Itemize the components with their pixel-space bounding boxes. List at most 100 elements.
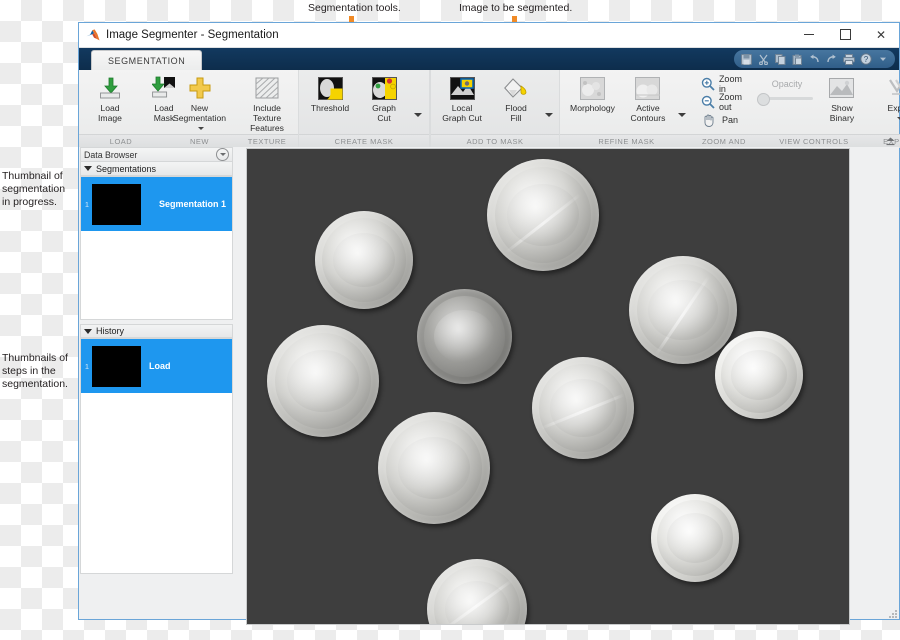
export-icon <box>887 75 900 101</box>
close-icon[interactable]: ✕ <box>863 23 899 46</box>
export-text: Export <box>887 103 900 113</box>
create-mask-more-button[interactable] <box>411 108 425 122</box>
opacity-slider[interactable] <box>756 93 813 106</box>
maximize-button[interactable] <box>827 23 863 46</box>
load-image-icon <box>97 75 123 101</box>
load-image-button[interactable]: Load Image <box>83 73 137 123</box>
graph-cut-button[interactable]: Graph Cut <box>357 73 411 123</box>
new-segmentation-icon <box>187 75 213 101</box>
show-binary-label: Show Binary <box>829 103 855 123</box>
annotation-segmentation-tools: Segmentation tools. <box>308 2 401 14</box>
cut-icon[interactable] <box>756 52 771 66</box>
zoom-out-button[interactable]: Zoom out <box>699 92 751 112</box>
zoom-out-icon <box>701 94 715 110</box>
active-contours-label: Active Contours <box>630 103 666 123</box>
new-segmentation-label: New Segmentation <box>173 103 226 133</box>
include-texture-features-button[interactable]: Include Texture Features <box>240 73 294 133</box>
active-contours-button[interactable]: Active Contours <box>621 73 675 123</box>
coin <box>532 357 634 459</box>
zoom-in-button[interactable]: Zoom in <box>699 74 751 94</box>
coin-highlight <box>655 275 711 357</box>
opacity-label: Opacity <box>771 79 803 89</box>
refine-mask-more-button[interactable] <box>675 108 689 122</box>
ribbon-group-new-segmentation: New Segmentation NEW SEGMENTATION <box>163 70 237 159</box>
show-binary-button[interactable]: Show Binary <box>815 73 869 123</box>
coin-highlight <box>540 393 626 430</box>
export-button[interactable]: Export <box>873 73 900 123</box>
window-controls: ✕ <box>791 23 899 46</box>
quick-access-toolbar: ? <box>734 50 895 68</box>
section-header-segmentations[interactable]: Segmentations <box>80 162 233 176</box>
data-browser-panel: Data Browser Segmentations 1 Segmentatio… <box>79 147 235 619</box>
active-contours-icon <box>635 75 661 101</box>
coin-bright <box>651 494 739 582</box>
list-item-label: Segmentation 1 <box>158 199 226 209</box>
new-segmentation-button[interactable]: New Segmentation <box>167 73 232 133</box>
opacity-slider-knob[interactable] <box>756 93 770 106</box>
texture-icon <box>254 75 280 101</box>
section-header-history[interactable]: History <box>80 324 233 338</box>
tab-segmentation-label: SEGMENTATION <box>108 55 186 66</box>
zoom-in-icon <box>701 76 715 92</box>
chevron-down-icon <box>414 112 423 117</box>
threshold-label: Threshold <box>310 103 350 113</box>
local-graph-cut-button[interactable]: Local Graph Cut <box>435 73 489 123</box>
coin-highlight <box>438 578 514 624</box>
history-list[interactable]: 1 Load <box>80 338 233 574</box>
dock-menu-icon[interactable] <box>216 148 229 161</box>
list-item-segmentation[interactable]: 1 Segmentation 1 <box>81 177 232 231</box>
print-icon[interactable] <box>841 52 856 66</box>
chevron-down-icon[interactable] <box>875 52 890 66</box>
ribbon-group-view-controls-label: VIEW CONTROLS <box>754 134 873 148</box>
redo-icon[interactable] <box>824 52 839 66</box>
data-browser-header: Data Browser <box>80 147 233 162</box>
image-segmenter-window: Image Segmenter - Segmentation ✕ SEGMENT… <box>78 22 900 625</box>
help-icon[interactable]: ? <box>858 52 873 66</box>
paste-icon[interactable] <box>790 52 805 66</box>
minimize-button[interactable] <box>791 23 827 46</box>
save-icon[interactable] <box>739 52 754 66</box>
list-item-index: 1 <box>84 361 90 371</box>
segmentations-list[interactable]: 1 Segmentation 1 <box>80 176 233 320</box>
ribbon-group-load: Load Image Load Mask LOAD <box>79 70 175 148</box>
ribbon-group-refine-mask-label: REFINE MASK <box>560 134 693 148</box>
copy-icon[interactable] <box>773 52 788 66</box>
pan-hand-icon <box>701 112 718 128</box>
flood-fill-label: Flood Fill <box>505 103 527 123</box>
ribbon-group-refine-mask: Morphology Active Contours REFINE MASK <box>560 70 693 148</box>
pan-button[interactable]: Pan <box>699 111 744 129</box>
ribbon-group-create-mask-label: CREATE MASK <box>299 134 430 148</box>
morphology-button[interactable]: Morphology <box>564 73 621 113</box>
svg-text:?: ? <box>863 55 868 64</box>
resize-grip[interactable] <box>887 608 897 618</box>
ribbon-group-texture-label: TEXTURE <box>236 134 299 148</box>
chevron-down-icon <box>677 112 686 117</box>
local-graph-cut-icon <box>449 75 475 101</box>
annotation-thumbnails-of-steps: Thumbnails of steps in the segmentation. <box>2 352 68 390</box>
image-canvas-area[interactable] <box>235 147 899 625</box>
annotation-thumbnail-of-segmentation: Thumbnail of segmentation in progress. <box>2 170 66 208</box>
flood-fill-button[interactable]: Flood Fill <box>489 73 543 123</box>
ribbon-group-add-to-mask-label: ADD TO MASK <box>431 134 560 148</box>
coin <box>378 412 490 524</box>
coin <box>315 211 413 309</box>
tab-segmentation[interactable]: SEGMENTATION <box>91 50 203 70</box>
ribbon-group-add-to-mask: Local Graph Cut Flood Fill ADD TO MASK <box>430 70 561 148</box>
add-to-mask-more-button[interactable] <box>543 108 555 122</box>
image-frame <box>246 148 850 625</box>
ribbon-group-create-mask: Threshold Graph Cut CREATE MASK <box>298 70 431 148</box>
chevron-down-icon[interactable] <box>198 127 205 130</box>
morphology-label: Morphology <box>570 103 615 113</box>
list-item-history[interactable]: 1 Load <box>81 339 232 393</box>
ribbon-group-view-controls: Opacity Show Binary VIEW CONTROLS <box>754 70 873 148</box>
threshold-button[interactable]: Threshold <box>303 73 357 113</box>
eight-coins-image[interactable] <box>247 149 849 624</box>
section-title-history: History <box>96 326 125 336</box>
opacity-control[interactable]: Opacity <box>756 73 815 106</box>
list-item-label: Load <box>149 361 171 371</box>
export-label: Export <box>888 103 900 123</box>
collapse-triangle-icon <box>84 328 92 334</box>
load-image-label: Load Image <box>98 103 122 123</box>
segmentation-thumbnail <box>92 183 141 225</box>
undo-icon[interactable] <box>807 52 822 66</box>
